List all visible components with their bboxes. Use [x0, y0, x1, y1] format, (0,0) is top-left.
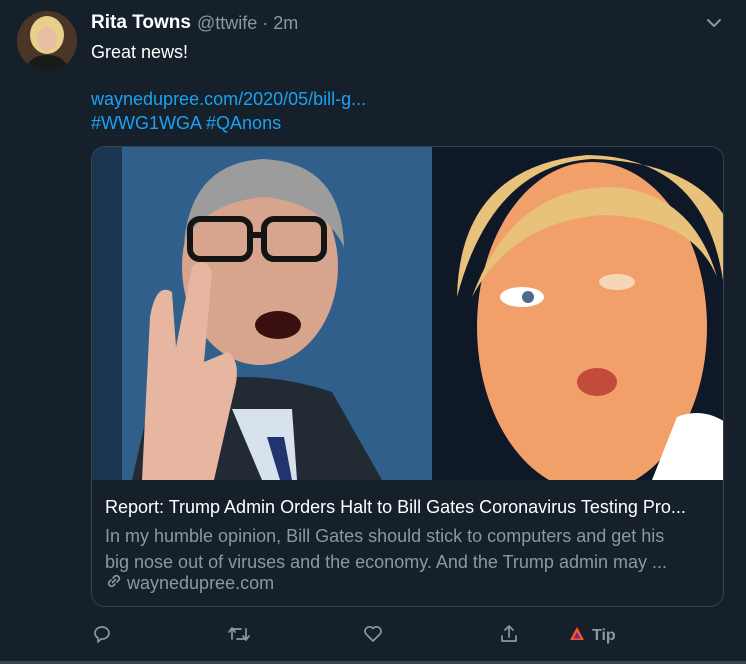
tweet-actions: Tip [91, 623, 651, 649]
hashtag-list: #WWG1WGA #QAnons [91, 111, 281, 135]
link-icon [105, 572, 127, 595]
tweet: Rita Towns @ttwife · 2m Great news! wayn… [0, 0, 746, 664]
tweet-timestamp[interactable]: 2m [273, 13, 298, 34]
like-button[interactable] [362, 623, 384, 649]
avatar-image [17, 11, 77, 71]
chevron-down-icon[interactable] [704, 13, 724, 33]
reply-icon [91, 623, 113, 650]
card-domain: waynedupree.com [105, 572, 274, 595]
retweet-button[interactable] [227, 623, 251, 649]
avatar[interactable] [17, 11, 77, 71]
tweet-text: Great news! [91, 42, 189, 62]
author-name[interactable]: Rita Towns [91, 12, 191, 34]
tweet-link[interactable]: waynedupree.com/2020/05/bill-g... [91, 87, 366, 111]
card-domain-text: waynedupree.com [127, 573, 275, 593]
tip-icon [568, 625, 586, 648]
retweet-icon [227, 623, 251, 650]
author-handle[interactable]: @ttwife [197, 13, 257, 34]
heart-icon [362, 623, 384, 650]
card-description-line: In my humble opinion, Bill Gates should … [105, 526, 665, 546]
card-title: Report: Trump Admin Orders Halt to Bill … [105, 497, 686, 517]
tweet-header: Rita Towns @ttwife · 2m [91, 11, 726, 35]
link-preview-card[interactable]: Report: Trump Admin Orders Halt to Bill … [91, 146, 724, 607]
share-icon [498, 623, 520, 650]
card-description: In my humble opinion, Bill Gates should … [105, 523, 711, 575]
tip-button[interactable]: Tip [568, 623, 616, 649]
card-image [92, 147, 723, 480]
tip-label: Tip [592, 627, 616, 644]
separator-dot: · [262, 12, 269, 33]
hashtag-qanons[interactable]: #QAnons [206, 113, 281, 133]
hashtag-wwg1wga[interactable]: #WWG1WGA [91, 113, 201, 133]
share-button[interactable] [498, 623, 520, 649]
reply-button[interactable] [91, 623, 113, 649]
